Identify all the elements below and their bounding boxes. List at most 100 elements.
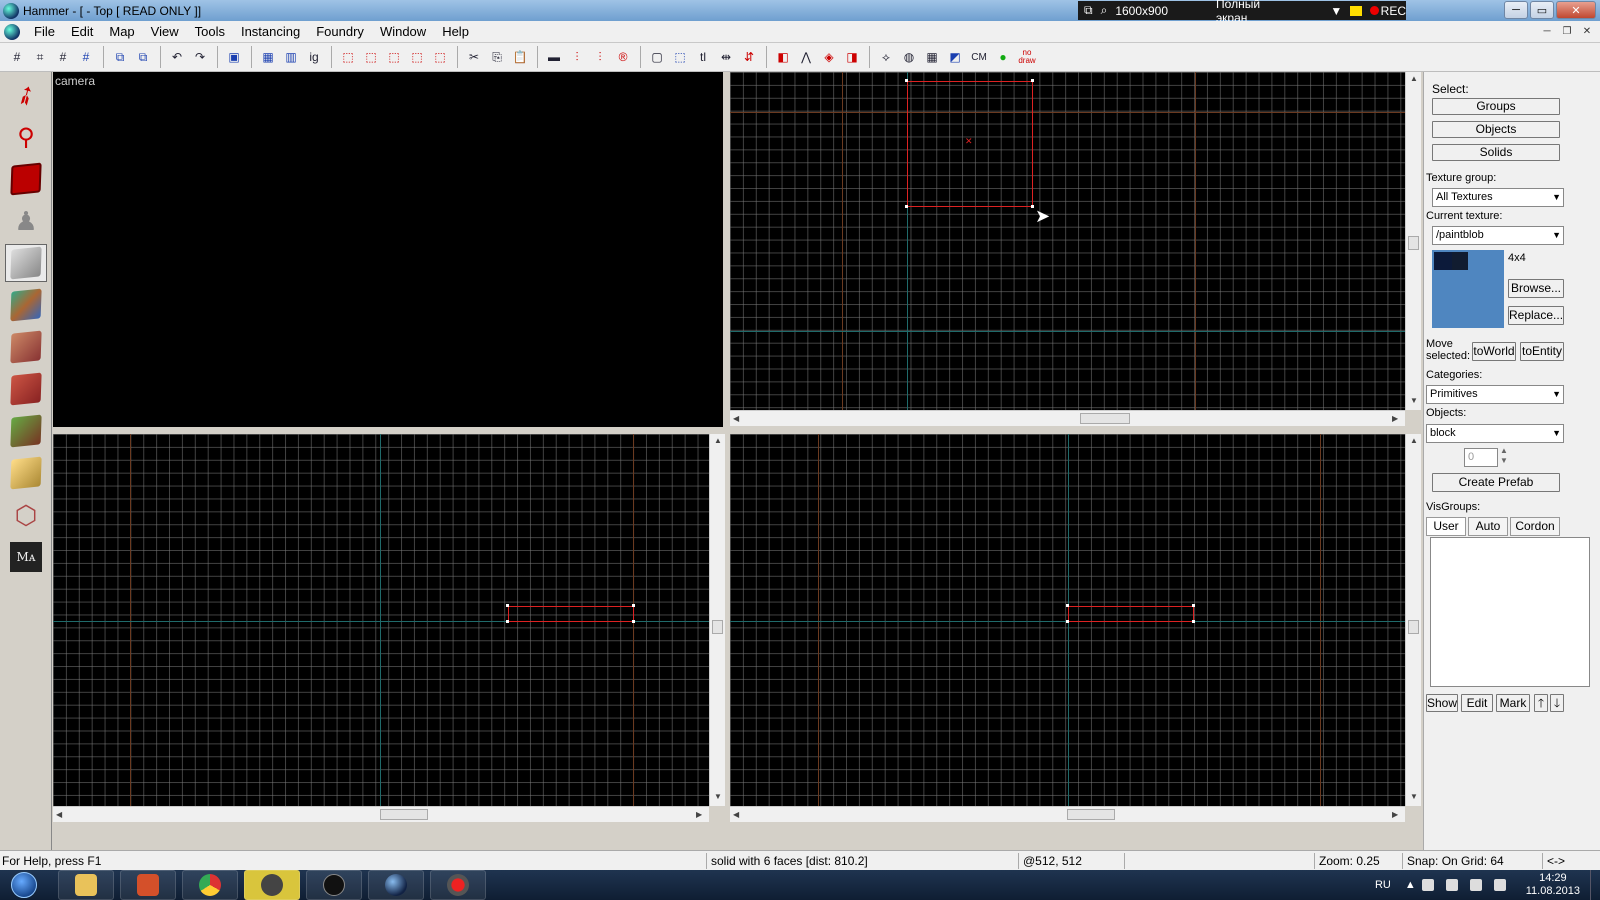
select-area-icon[interactable]: ⬚ <box>669 46 691 68</box>
scroll-left-icon[interactable]: ◀ <box>733 810 739 819</box>
scroll-left-icon[interactable]: ◀ <box>733 414 739 423</box>
scroll-down-icon[interactable]: ▼ <box>1410 396 1418 405</box>
camera-tool[interactable] <box>5 160 47 198</box>
entity-report-icon[interactable]: ◧ <box>772 46 794 68</box>
block-tool[interactable] <box>5 244 47 282</box>
scroll-thumb[interactable] <box>1080 413 1130 424</box>
current-texture-select[interactable]: /paintblob ▼ <box>1432 226 1564 245</box>
browse-button[interactable]: Browse... <box>1508 279 1564 298</box>
volume-icon[interactable] <box>1469 879 1482 891</box>
scroll-right-icon[interactable]: ▶ <box>1392 810 1398 819</box>
scroll-left-icon[interactable]: ◀ <box>56 810 62 819</box>
visgroups-edit-button[interactable]: Edit <box>1461 694 1493 712</box>
scroll-up-icon[interactable]: ▲ <box>1410 74 1418 83</box>
paste-icon[interactable]: 📋 <box>509 46 531 68</box>
vertex-tool[interactable]: ⬡ <box>5 496 47 534</box>
brush-handle[interactable] <box>905 205 908 208</box>
entity-tool[interactable]: ♟ <box>5 202 47 240</box>
mdi-close-icon[interactable]: ✕ <box>1578 23 1596 39</box>
visgroups-tab-cordon[interactable]: Cordon <box>1510 517 1560 536</box>
texture-window-icon[interactable]: ▦ <box>921 46 943 68</box>
texture-align-icon[interactable]: ⫶ <box>589 46 611 68</box>
select-icon-4[interactable]: ⬚ <box>406 46 428 68</box>
to-entity-button[interactable]: toEntity <box>1520 342 1564 361</box>
undo-icon[interactable]: ↶ <box>166 46 188 68</box>
scroll-thumb[interactable] <box>1067 809 1115 820</box>
select-icon-3[interactable]: ⬚ <box>383 46 405 68</box>
brush-handle[interactable] <box>1031 205 1034 208</box>
recorder-resolution[interactable]: 1600x900 <box>1115 4 1168 18</box>
mdi-minimize-icon[interactable]: ─ <box>1538 23 1556 39</box>
scroll-down-icon[interactable]: ▼ <box>714 792 722 801</box>
clipping-tool[interactable] <box>5 454 47 492</box>
redo-icon[interactable]: ↷ <box>189 46 211 68</box>
camera-viewport[interactable]: camera <box>53 72 723 427</box>
brush-handle[interactable] <box>905 79 908 82</box>
taskbar-recorder[interactable] <box>430 870 486 900</box>
sphere-icon[interactable]: ◍ <box>898 46 920 68</box>
nodraw-icon[interactable]: no draw <box>1015 46 1039 68</box>
toolbar-tl-icon[interactable]: tl <box>692 46 714 68</box>
grid-smaller-icon[interactable]: # <box>52 46 74 68</box>
flip-vertical-icon[interactable]: ⇵ <box>738 46 760 68</box>
top-viewport-vscroll[interactable]: ▲ ▼ <box>1405 72 1421 410</box>
run-map-icon[interactable]: ▣ <box>223 46 245 68</box>
chevron-down-icon[interactable]: ▼ <box>1552 386 1561 403</box>
visgroups-tab-user[interactable]: User <box>1426 517 1466 536</box>
select-objects-button[interactable]: Objects <box>1432 121 1560 138</box>
visgroups-list[interactable] <box>1430 537 1590 687</box>
recorder-dropdown-icon[interactable]: ▼ <box>1330 4 1342 18</box>
scroll-right-icon[interactable]: ▶ <box>696 810 702 819</box>
hide-unselected-icon[interactable]: ▥ <box>280 46 302 68</box>
group-icon[interactable]: ⧉ <box>132 46 154 68</box>
camera-icon[interactable] <box>1350 5 1362 16</box>
scroll-up-icon[interactable]: ▲ <box>714 436 722 445</box>
decal-icon[interactable]: ◨ <box>841 46 863 68</box>
language-indicator[interactable]: RU <box>1375 879 1391 891</box>
select-solids-button[interactable]: Solids <box>1432 144 1560 161</box>
apply-texture-tool[interactable] <box>5 328 47 366</box>
select-icon-5[interactable]: ⬚ <box>429 46 451 68</box>
select-icon-1[interactable]: ⬚ <box>337 46 359 68</box>
brush-handle[interactable] <box>632 620 635 623</box>
brush-handle[interactable] <box>1066 620 1069 623</box>
spinner-arrows-icon[interactable]: ▲ ▼ <box>1500 446 1508 466</box>
objects-select[interactable]: block ▼ <box>1426 424 1564 443</box>
visgroups-mark-button[interactable]: Mark <box>1496 694 1530 712</box>
menu-tools[interactable]: Tools <box>187 21 233 43</box>
close-button[interactable]: ✕ <box>1556 1 1596 19</box>
selected-brush[interactable] <box>508 606 634 622</box>
selection-box-icon[interactable]: ▢ <box>646 46 668 68</box>
document-system-icon[interactable] <box>4 23 20 40</box>
side-viewport[interactable] <box>730 434 1405 806</box>
faces-spinner[interactable]: 0 <box>1464 448 1498 467</box>
side-viewport-hscroll[interactable]: ◀ ▶ <box>730 806 1405 822</box>
model-icon[interactable]: ◈ <box>818 46 840 68</box>
vertex-edit-icon[interactable]: ⟡ <box>875 46 897 68</box>
show-desktop-button[interactable] <box>1590 870 1600 900</box>
texture-lock-icon[interactable]: ▬ <box>543 46 565 68</box>
scroll-up-icon[interactable]: ▲ <box>1410 436 1418 445</box>
path-tool[interactable]: Mᴀ <box>5 538 47 576</box>
green-blob-icon[interactable]: ● <box>992 46 1014 68</box>
select-icon-2[interactable]: ⬚ <box>360 46 382 68</box>
scroll-thumb[interactable] <box>1408 620 1419 634</box>
menu-map[interactable]: Map <box>101 21 142 43</box>
select-groups-button[interactable]: Groups <box>1432 98 1560 115</box>
menu-window[interactable]: Window <box>372 21 434 43</box>
brush-handle[interactable] <box>506 620 509 623</box>
decal-tool[interactable] <box>5 370 47 408</box>
menu-foundry[interactable]: Foundry <box>308 21 372 43</box>
overlay-tool[interactable] <box>5 412 47 450</box>
move-up-icon[interactable]: 🡑 <box>1534 694 1548 712</box>
grid-3d-icon[interactable]: ⌗ <box>29 46 51 68</box>
radius-culling-icon[interactable]: ® <box>612 46 634 68</box>
minimize-button[interactable]: ─ <box>1504 1 1528 19</box>
tray-expand-icon[interactable]: ▲ <box>1405 879 1416 891</box>
brush-handle[interactable] <box>506 604 509 607</box>
scroll-down-icon[interactable]: ▼ <box>1410 792 1418 801</box>
move-down-icon[interactable]: 🡓 <box>1550 694 1564 712</box>
brush-handle[interactable] <box>1192 604 1195 607</box>
selection-tool[interactable]: ➶ <box>5 76 47 114</box>
hide-selected-icon[interactable]: ▦ <box>257 46 279 68</box>
